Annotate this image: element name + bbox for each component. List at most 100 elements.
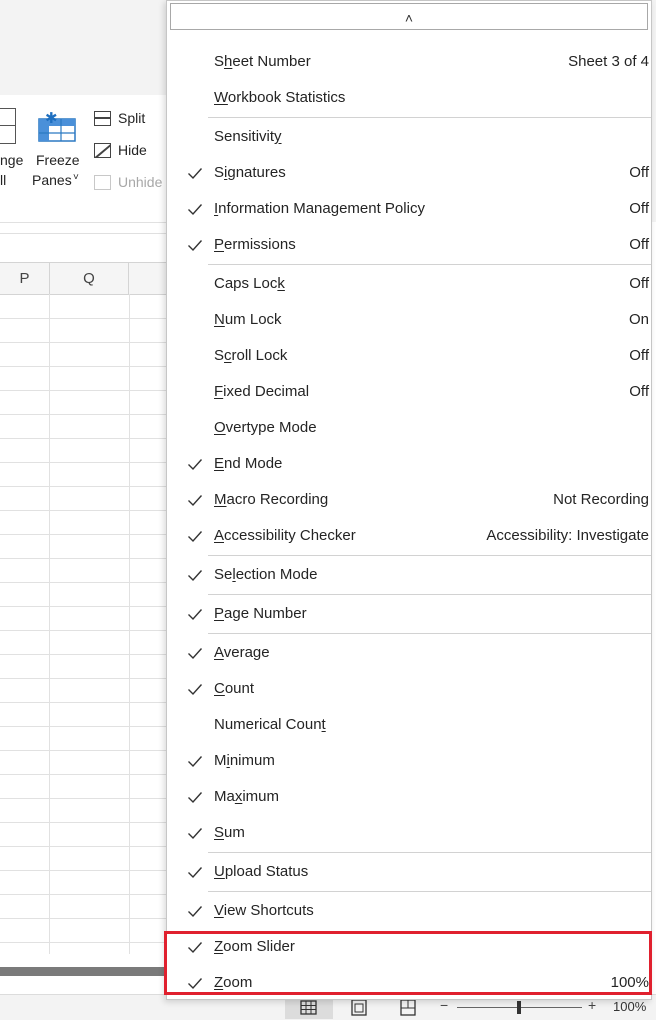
column-header-p[interactable]: P [0,263,50,294]
grid-line [0,318,175,319]
menu-item-value: Off [629,164,649,181]
freeze-panes-chevron-icon[interactable]: ˅ [73,172,79,183]
menu-separator [208,117,651,118]
menu-item-label: Selection Mode [214,566,318,583]
menu-item-maximum[interactable]: Maximum [167,780,651,814]
menu-cut-off-item [167,30,651,33]
menu-item-scroll-lock[interactable]: Scroll Lock Off [167,339,651,373]
split-button[interactable]: Split [118,110,145,126]
menu-item-sum[interactable]: Sum [167,816,651,850]
menu-item-accessibility-checker[interactable]: Accessibility Checker Accessibility: Inve… [167,519,651,553]
formula-bar[interactable] [0,233,175,263]
grid-line [0,606,175,607]
freeze-panes-label-2[interactable]: Panes [32,172,72,188]
menu-item-workbook-statistics[interactable]: Workbook Statistics [167,81,651,115]
grid-line [0,702,175,703]
menu-item-label: Count [214,680,255,697]
zoom-slider-thumb[interactable] [517,1001,521,1014]
menu-item-value: Sheet 3 of 4 [568,53,649,70]
grid-line [0,558,175,559]
menu-item-sensitivity[interactable]: Sensitivity [167,120,651,154]
grid-line [0,750,175,751]
grid-line [0,822,175,823]
arrange-all-label-2[interactable]: ll [0,172,6,188]
checkmark-icon [188,867,203,879]
freeze-panes-icon[interactable]: ✱ [38,112,76,142]
checkmark-icon [188,531,203,543]
cell-grid[interactable] [0,294,175,954]
menu-separator [208,264,651,265]
menu-item-value: Off [629,347,649,364]
checkmark-icon [188,570,203,582]
menu-item-value: Accessibility: Investigate [486,527,649,544]
grid-line [0,462,175,463]
hide-button[interactable]: Hide [118,142,147,158]
menu-item-selection-mode[interactable]: Selection Mode [167,558,651,592]
menu-separator [208,594,651,595]
menu-item-overtype-mode[interactable]: Overtype Mode [167,411,651,445]
grid-line [0,654,175,655]
grid-line [0,534,175,535]
menu-scroll-up-button[interactable]: ˄ [170,3,648,30]
menu-item-average[interactable]: Average [167,636,651,670]
checkmark-icon [188,240,203,252]
grid-line [0,390,175,391]
menu-item-numerical-count[interactable]: Numerical Count [167,708,651,742]
menu-item-minimum[interactable]: Minimum [167,744,651,778]
grid-line [0,894,175,895]
menu-item-upload-status[interactable]: Upload Status [167,855,651,889]
menu-item-label: Num Lock [214,311,282,328]
menu-item-label: Fixed Decimal [214,383,310,400]
menu-item-signatures[interactable]: Signatures Off [167,156,651,190]
menu-item-caps-lock[interactable]: Caps Lock Off [167,267,651,301]
menu-item-fixed-decimal[interactable]: Fixed Decimal Off [167,375,651,409]
menu-item-information-management-policy[interactable]: Information Management Policy Off [167,192,651,226]
arrange-all-icon[interactable] [0,108,16,144]
grid-line [0,342,175,343]
menu-item-label: Numerical Count [214,716,326,733]
menu-item-end-mode[interactable]: End Mode [167,447,651,481]
menu-item-sheet-number[interactable]: Sheet Number Sheet 3 of 4 [167,45,651,79]
menu-separator [208,633,651,634]
grid-line [0,414,175,415]
menu-item-label: Maximum [214,788,280,805]
chevron-up-icon: ˄ [404,10,414,26]
menu-item-value: Off [629,275,649,292]
checkmark-icon [188,168,203,180]
checkmark-icon [188,609,203,621]
menu-item-value: On [628,311,649,328]
grid-line [129,294,130,954]
grid-line [49,294,50,954]
freeze-panes-label[interactable]: Freeze [36,152,80,168]
menu-item-page-number[interactable]: Page Number [167,597,651,631]
window-group [0,95,175,223]
hide-icon[interactable] [94,143,111,158]
grid-line [0,846,175,847]
grid-line [0,918,175,919]
menu-item-view-shortcuts[interactable]: View Shortcuts [167,894,651,928]
zoom-percent[interactable]: 100% [613,999,646,1014]
column-headers: P Q [0,262,175,295]
menu-item-value: Not Recording [553,491,649,508]
grid-line [0,774,175,775]
grid-line [0,678,175,679]
menu-item-label: Sum [214,824,245,841]
menu-item-macro-recording[interactable]: Macro Recording Not Recording [167,483,651,517]
checkmark-icon [188,792,203,804]
menu-item-value: Off [629,200,649,217]
arrange-all-label[interactable]: nge [0,152,23,168]
menu-item-num-lock[interactable]: Num Lock On [167,303,651,337]
menu-item-permissions[interactable]: Permissions Off [167,228,651,262]
menu-item-count[interactable]: Count [167,672,651,706]
menu-item-label: Workbook Statistics [214,89,346,106]
menu-item-label: Sensitivity [214,128,282,145]
menu-item-label: Page Number [214,605,307,622]
menu-item-value: Off [629,236,649,253]
checkmark-icon [188,756,203,768]
split-icon[interactable] [94,111,111,126]
column-header-q[interactable]: Q [50,263,129,294]
checkmark-icon [188,684,203,696]
grid-line [0,510,175,511]
menu-item-value: Off [629,383,649,400]
horizontal-scrollbar[interactable] [0,967,175,976]
